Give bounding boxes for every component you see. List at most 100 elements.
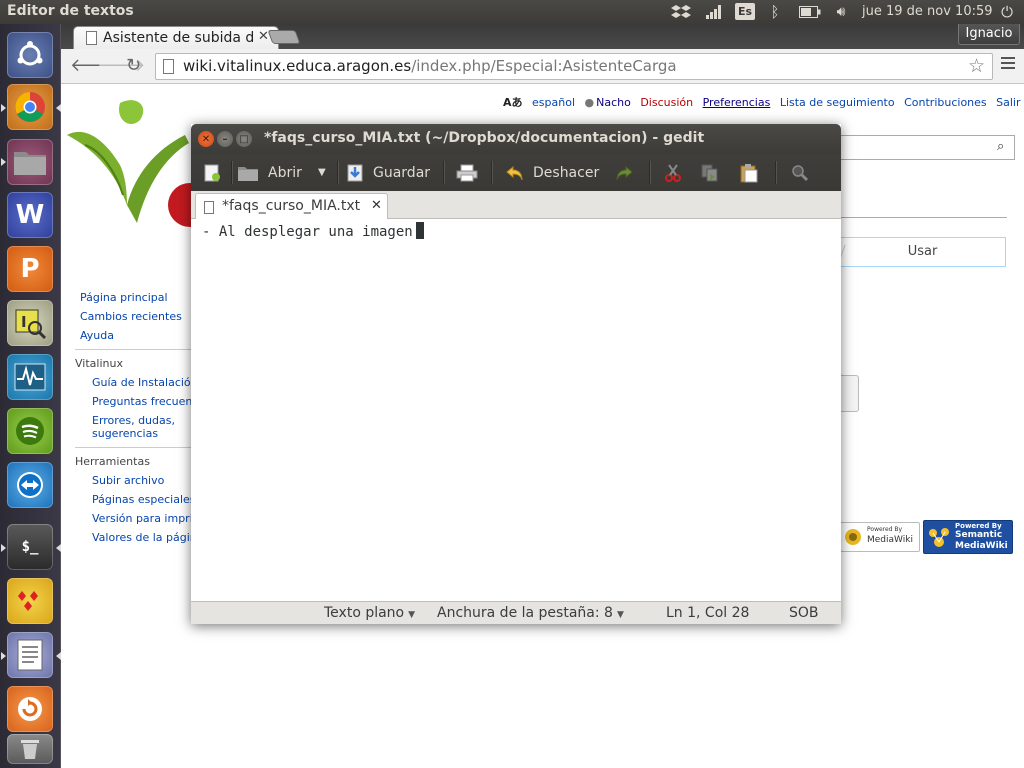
save-button-label: Guardar bbox=[373, 164, 431, 181]
active-app-title: Editor de textos bbox=[7, 3, 134, 19]
sidebar-link-upload[interactable]: Subir archivo bbox=[92, 474, 164, 487]
text-cursor bbox=[415, 222, 424, 239]
browser-tab-title: Asistente de subida de archivos bbox=[103, 30, 253, 46]
new-document-button[interactable] bbox=[203, 154, 230, 191]
hidden-button[interactable] bbox=[839, 375, 859, 412]
text-editor-icon[interactable] bbox=[7, 632, 53, 678]
paste-button[interactable] bbox=[739, 154, 768, 191]
sidebar-link-suggestions[interactable]: sugerencias bbox=[92, 427, 158, 440]
close-document-icon[interactable]: ✕ bbox=[371, 198, 382, 213]
badge-smw-line1: Semantic bbox=[955, 530, 1003, 540]
spotify-icon[interactable] bbox=[7, 408, 53, 454]
copy-button[interactable] bbox=[701, 154, 728, 191]
keyboard-layout-indicator[interactable]: Es bbox=[735, 3, 756, 20]
browser-tab-active[interactable]: Asistente de subida de archivos ✕ bbox=[73, 26, 279, 50]
gedit-titlebar[interactable]: ✕ – □ *faqs_curso_MIA.txt (~/Dropbox/doc… bbox=[191, 124, 841, 154]
game-icon[interactable] bbox=[7, 578, 53, 624]
language-link[interactable]: español bbox=[532, 96, 575, 109]
save-button[interactable]: Guardar bbox=[346, 154, 430, 191]
battery-icon[interactable] bbox=[798, 2, 822, 22]
dropbox-icon[interactable] bbox=[669, 2, 693, 22]
url-text[interactable]: wiki.vitalinux.educa.aragon.es/index.php… bbox=[183, 57, 677, 75]
bluetooth-icon[interactable]: ᛒ bbox=[766, 2, 784, 22]
sidebar-link-install-guide[interactable]: Guía de Instalación bbox=[92, 376, 198, 389]
sidebar-link-main-page[interactable]: Página principal bbox=[80, 291, 168, 304]
software-updater-icon[interactable] bbox=[7, 686, 53, 732]
discussion-link[interactable]: Discusión bbox=[640, 96, 693, 109]
badge-mw-label: MediaWiki bbox=[867, 535, 913, 545]
vitalinux-logo[interactable] bbox=[65, 95, 193, 235]
address-bar[interactable]: wiki.vitalinux.educa.aragon.es/index.php… bbox=[155, 53, 993, 80]
system-monitor-icon[interactable] bbox=[7, 354, 53, 400]
reload-icon[interactable]: ↻ bbox=[126, 56, 141, 76]
page-favicon-icon bbox=[86, 31, 97, 45]
editor-content: - Al desplegar una imagen bbox=[202, 224, 413, 240]
paste-icon bbox=[740, 163, 758, 182]
find-button[interactable] bbox=[791, 154, 818, 191]
statusbar: Texto plano ▼ Anchura de la pestaña: 8 ▼ L… bbox=[191, 601, 841, 624]
language-icon[interactable]: Aあ bbox=[503, 96, 523, 109]
window-minimize-icon[interactable]: – bbox=[217, 131, 233, 147]
ubuntu-dash-icon[interactable] bbox=[7, 32, 53, 78]
svg-text:I: I bbox=[21, 313, 27, 331]
bookmark-star-icon[interactable]: ☆ bbox=[968, 55, 985, 77]
tab-width-dropdown[interactable]: Anchura de la pestaña: 8 ▼ bbox=[437, 605, 624, 621]
sidebar-divider bbox=[75, 447, 195, 448]
use-button[interactable]: Usar bbox=[839, 237, 1006, 267]
files-icon[interactable] bbox=[7, 139, 53, 185]
chrome-icon[interactable] bbox=[7, 84, 53, 130]
teamviewer-icon[interactable] bbox=[7, 462, 53, 508]
sidebar-link-errors[interactable]: Errores, dudas, bbox=[92, 414, 175, 427]
writer-icon[interactable]: W bbox=[7, 192, 53, 238]
sidebar-divider bbox=[75, 349, 195, 350]
sidebar-link-special-pages[interactable]: Páginas especiales bbox=[92, 493, 196, 506]
badge-smw-top: Powered By bbox=[955, 522, 1002, 530]
browser-toolbar: 🡐 🡒 ↻ wiki.vitalinux.educa.aragon.es/ind… bbox=[61, 49, 1024, 84]
text-editor-area[interactable]: - Al desplegar una imagen bbox=[191, 219, 841, 601]
powered-by-mediawiki-badge[interactable]: Powered By MediaWiki bbox=[839, 522, 920, 552]
preferences-link[interactable]: Preferencias bbox=[703, 96, 771, 109]
trash-icon[interactable] bbox=[7, 734, 53, 764]
top-panel: Editor de textos Es ᛒ 🔊︎ jue 19 de nov 1… bbox=[0, 0, 1024, 24]
input-method-icon[interactable]: I bbox=[7, 300, 53, 346]
new-tab-button[interactable] bbox=[267, 30, 301, 44]
open-recent-dropdown[interactable]: ▼ bbox=[318, 154, 326, 191]
contributions-link[interactable]: Contribuciones bbox=[904, 96, 987, 109]
profile-button[interactable]: Ignacio bbox=[958, 24, 1020, 45]
user-link[interactable]: Nacho bbox=[596, 96, 631, 109]
terminal-icon[interactable]: $_ bbox=[7, 524, 53, 570]
wiki-sidebar: Página principal Cambios recientes Ayuda… bbox=[61, 235, 211, 768]
open-button[interactable]: Abrir bbox=[237, 154, 302, 191]
watchlist-link[interactable]: Lista de seguimiento bbox=[780, 96, 895, 109]
cut-button[interactable] bbox=[664, 154, 691, 191]
page-info-icon[interactable] bbox=[163, 59, 174, 74]
sidebar-heading-vitalinux: Vitalinux bbox=[75, 357, 123, 370]
redo-button[interactable] bbox=[615, 154, 642, 191]
window-close-icon[interactable]: ✕ bbox=[198, 131, 214, 147]
wiki-search-input[interactable]: ⌕ bbox=[839, 135, 1015, 160]
badge-smw-line2: MediaWiki bbox=[955, 541, 1008, 551]
sidebar-heading-tools: Herramientas bbox=[75, 455, 150, 468]
url-host: wiki.vitalinux.educa.aragon.es bbox=[183, 57, 412, 75]
unity-launcher: W P I $_ bbox=[0, 24, 61, 768]
user-icon: ● bbox=[584, 96, 595, 109]
print-button[interactable] bbox=[456, 154, 487, 191]
logout-link[interactable]: Salir bbox=[996, 96, 1020, 109]
sidebar-link-help[interactable]: Ayuda bbox=[80, 329, 114, 342]
volume-icon[interactable]: 🔊︎ bbox=[830, 2, 852, 22]
powered-by-semantic-mediawiki-badge[interactable]: Powered By Semantic MediaWiki bbox=[923, 520, 1013, 554]
sidebar-link-recent-changes[interactable]: Cambios recientes bbox=[80, 310, 182, 323]
syntax-language-dropdown[interactable]: Texto plano ▼ bbox=[324, 605, 415, 621]
power-icon[interactable]: ⏻ bbox=[997, 2, 1017, 22]
document-tabbar: *faqs_curso_MIA.txt ✕ bbox=[191, 191, 841, 220]
clock[interactable]: jue 19 de nov 10:59 bbox=[862, 4, 993, 19]
presentation-icon[interactable]: P bbox=[7, 246, 53, 292]
network-icon[interactable] bbox=[703, 2, 725, 22]
chrome-menu-icon[interactable] bbox=[1001, 57, 1015, 72]
sidebar-link-page-values[interactable]: Valores de la página bbox=[92, 531, 204, 544]
document-tab[interactable]: *faqs_curso_MIA.txt ✕ bbox=[195, 193, 388, 220]
search-icon[interactable]: ⌕ bbox=[997, 139, 1004, 154]
undo-button[interactable]: Deshacer bbox=[506, 154, 599, 191]
tab-width-label: Anchura de la pestaña: 8 bbox=[437, 605, 613, 621]
window-maximize-icon[interactable]: □ bbox=[236, 131, 252, 147]
